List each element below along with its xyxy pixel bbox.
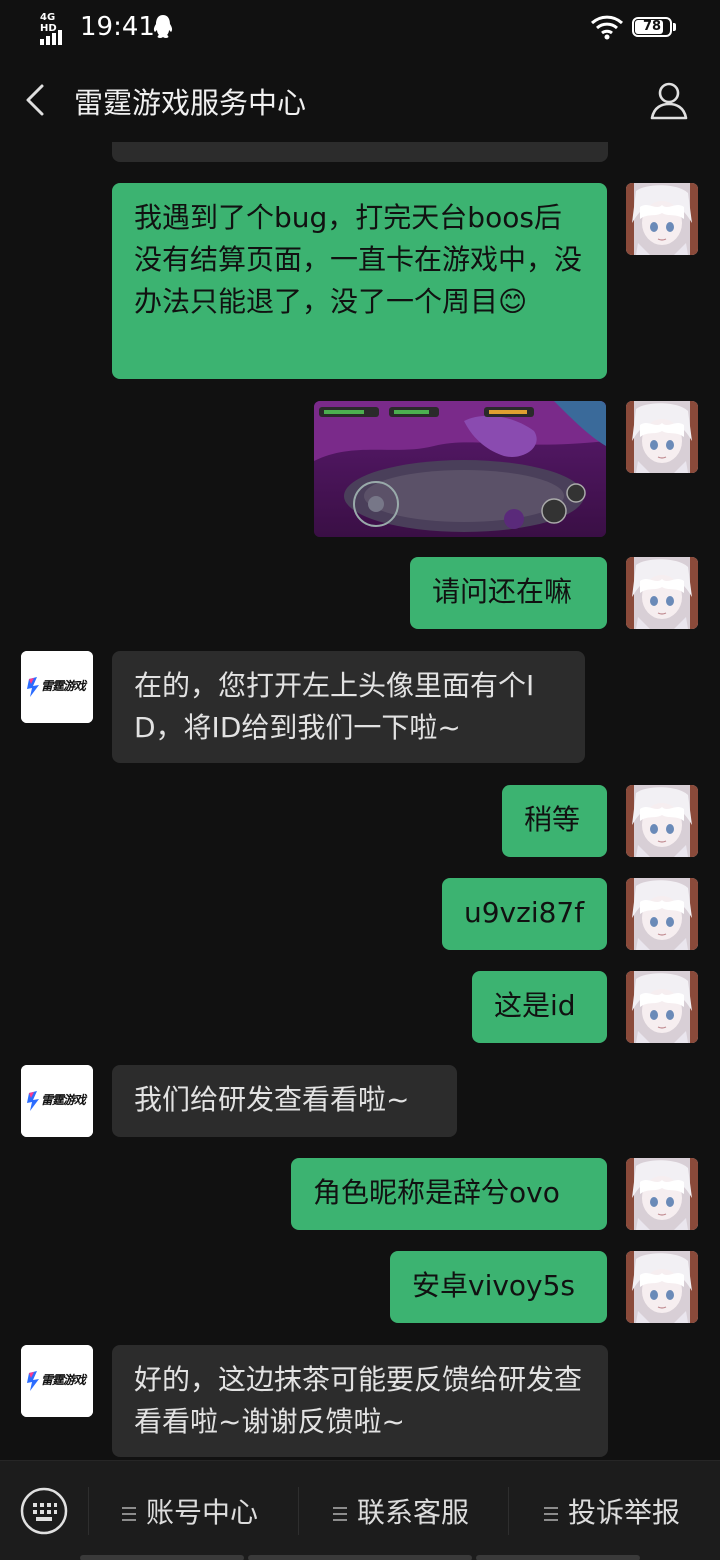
bottom-menu-bar: 账号中心 联系客服 投诉举报 — [0, 1460, 720, 1560]
menu-label: 账号中心 — [146, 1496, 259, 1529]
page-title: 雷霆游戏服务中心 — [74, 86, 307, 120]
anime-avatar-icon — [626, 785, 698, 857]
signal-icon: 4G HD — [40, 12, 72, 45]
menu-divider — [88, 1487, 89, 1535]
service-logo-label: 雷霆游戏 — [41, 1373, 86, 1387]
service-avatar[interactable]: 雷霆游戏 — [21, 1345, 93, 1417]
my-avatar[interactable] — [626, 785, 698, 857]
chevron-left-icon — [26, 84, 44, 116]
profile-button[interactable] — [648, 80, 690, 122]
nav-bar: 雷霆游戏服务中心 — [0, 58, 720, 142]
menu-icon — [122, 1507, 136, 1521]
menu-contact-support[interactable]: 联系客服 — [333, 1491, 469, 1533]
game-screenshot-image[interactable] — [314, 401, 606, 537]
service-avatar[interactable]: 雷霆游戏 — [21, 1065, 93, 1137]
incoming-message[interactable]: 在的，您打开左上头像里面有个ID，将ID给到我们一下啦~ — [112, 651, 585, 763]
status-time: 19:41 — [80, 12, 155, 42]
anime-avatar-icon — [626, 1158, 698, 1230]
menu-label: 投诉举报 — [568, 1496, 681, 1529]
anime-avatar-icon — [626, 401, 698, 473]
my-avatar[interactable] — [626, 878, 698, 950]
outgoing-message[interactable]: 稍等 — [502, 785, 607, 857]
menu-divider — [508, 1487, 509, 1535]
keyboard-toggle-button[interactable] — [20, 1487, 68, 1535]
back-button[interactable] — [20, 80, 50, 120]
anime-avatar-icon — [626, 878, 698, 950]
home-indicator — [80, 1555, 244, 1560]
service-avatar[interactable]: 雷霆游戏 — [21, 651, 93, 723]
outgoing-message[interactable]: 角色昵称是辞兮ovo — [291, 1158, 607, 1230]
my-avatar[interactable] — [626, 971, 698, 1043]
menu-report[interactable]: 投诉举报 — [544, 1491, 680, 1533]
menu-label: 联系客服 — [357, 1496, 470, 1529]
home-indicator — [476, 1555, 640, 1560]
my-avatar[interactable] — [626, 183, 698, 255]
partial-message-bubble — [112, 142, 608, 162]
incoming-message[interactable]: 我们给研发查看看啦~ — [112, 1065, 457, 1137]
keyboard-icon — [20, 1487, 68, 1535]
home-indicator — [248, 1555, 472, 1560]
message-list[interactable]: 我遇到了个bug，打完天台boos后没有结算页面，一直卡在游戏中，没办法只能退了… — [0, 142, 720, 1458]
service-logo-label: 雷霆游戏 — [41, 679, 86, 693]
outgoing-message[interactable]: 这是id — [472, 971, 607, 1043]
anime-avatar-icon — [626, 1251, 698, 1323]
service-logo-label: 雷霆游戏 — [41, 1093, 86, 1107]
qq-icon — [152, 14, 174, 40]
battery-icon: 78 — [632, 17, 678, 39]
chat-screen: 4G HD 19:41 78 雷霆游戏服务中心 我遇到了个bug，打完天台boo… — [0, 0, 720, 1560]
outgoing-message[interactable]: 我遇到了个bug，打完天台boos后没有结算页面，一直卡在游戏中，没办法只能退了… — [112, 183, 607, 379]
my-avatar[interactable] — [626, 557, 698, 629]
my-avatar[interactable] — [626, 1158, 698, 1230]
menu-account-center[interactable]: 账号中心 — [122, 1491, 258, 1533]
status-bar: 4G HD 19:41 78 — [0, 0, 720, 58]
anime-avatar-icon — [626, 971, 698, 1043]
outgoing-message[interactable]: 安卓vivoy5s — [390, 1251, 607, 1323]
outgoing-message[interactable]: u9vzi87f — [442, 878, 607, 950]
incoming-message[interactable]: 好的，这边抹茶可能要反馈给研发查看看啦~谢谢反馈啦~ — [112, 1345, 608, 1457]
wifi-icon — [590, 14, 624, 40]
menu-icon — [544, 1507, 558, 1521]
my-avatar[interactable] — [626, 401, 698, 473]
anime-avatar-icon — [626, 183, 698, 255]
battery-level: 78 — [642, 19, 662, 34]
my-avatar[interactable] — [626, 1251, 698, 1323]
menu-icon — [333, 1507, 347, 1521]
menu-divider — [298, 1487, 299, 1535]
anime-avatar-icon — [626, 557, 698, 629]
user-icon — [650, 82, 688, 120]
outgoing-message[interactable]: 请问还在嘛 — [410, 557, 607, 629]
